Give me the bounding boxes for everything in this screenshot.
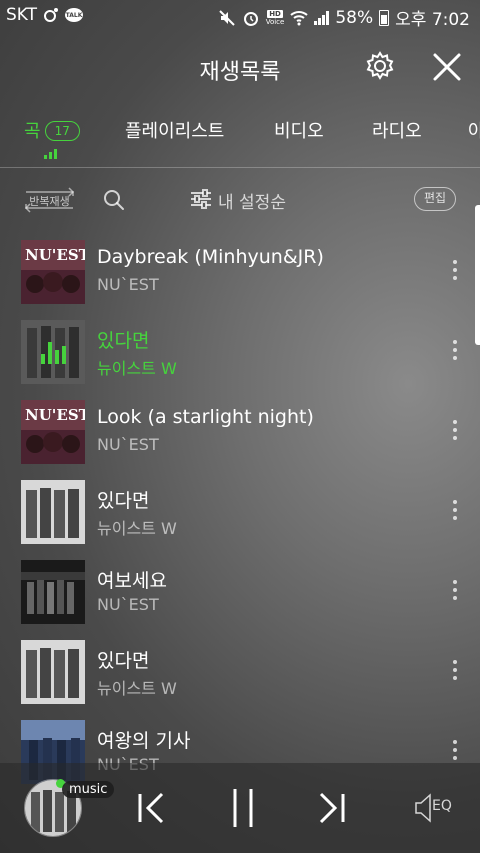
album-art: NU'EST [21,400,85,464]
hd-voice-icon: HD Voice [265,9,285,26]
status-bar: SKT TALK HD Voice 58% 오후 7:02 [0,0,480,32]
more-icon[interactable] [450,420,460,444]
next-icon[interactable] [315,790,347,826]
battery-icon [379,9,390,26]
more-icon[interactable] [450,500,460,524]
repeat-label: 반복재생 [29,195,70,208]
gear-icon[interactable] [364,50,396,82]
repeat-button[interactable]: 반복재생 [22,186,77,214]
track-artist: 뉴이스트 W [97,359,177,378]
speaker-icon [415,793,431,823]
track-title: 여왕의 기사 [97,730,191,752]
equalizer-button[interactable]: EQ [414,793,458,823]
carrier-label: SKT [6,5,38,25]
tab-more[interactable]: 아 [468,117,480,143]
alarm-icon [243,11,258,26]
track-title: 여보세요 [97,570,167,592]
more-icon[interactable] [450,580,460,604]
more-icon[interactable] [450,660,460,684]
tab-label: 곡 [24,121,41,142]
svg-text:NU'EST: NU'EST [25,406,85,424]
edit-button[interactable]: 편집 [414,187,456,211]
tab-bar: 곡 17 플레이리스트 비디오 라디오 아 [0,105,480,165]
album-art [21,560,85,624]
track-row[interactable]: NU'EST Look (a starlight night) NU`EST [0,395,470,475]
tab-divider [0,167,480,168]
track-artist: 뉴이스트 W [97,679,177,698]
track-artist: 뉴이스트 W [97,519,177,538]
track-row[interactable]: 있다면 뉴이스트 W [0,635,470,715]
album-art [21,320,85,384]
kakaotalk-icon: TALK [65,8,84,22]
track-row[interactable]: 있다면 뉴이스트 W [0,475,470,555]
album-art [21,640,85,704]
track-row[interactable]: NU'EST Daybreak (Minhyun&JR) NU`EST [0,235,470,315]
sort-label[interactable]: 내 설정순 [218,188,286,213]
sort-settings-icon[interactable] [190,189,212,209]
track-title: Look (a starlight night) [97,406,314,428]
album-art [21,480,85,544]
track-title: Daybreak (Minhyun&JR) [97,246,324,268]
track-row-playing[interactable]: 있다면 뉴이스트 W [0,315,470,395]
track-title: 있다면 [97,490,150,512]
track-artist: NU`EST [97,275,159,294]
app-label: music [62,781,115,798]
track-row[interactable]: 여보세요 NU`EST [0,555,470,635]
search-icon[interactable] [102,188,126,212]
close-icon[interactable] [432,52,462,82]
track-artist: NU`EST [97,595,159,614]
tab-video[interactable]: 비디오 [274,117,324,143]
pause-icon[interactable] [230,787,256,829]
more-icon[interactable] [450,740,460,764]
clock: 오후 7:02 [395,10,470,30]
more-icon[interactable] [450,260,460,284]
tab-radio[interactable]: 라디오 [372,117,422,143]
track-artist: NU`EST [97,435,159,454]
svg-text:NU'EST: NU'EST [25,246,85,264]
album-art: NU'EST [21,240,85,304]
list-controls: 반복재생 내 설정순 편집 [0,180,480,220]
track-title: 있다면 [97,330,150,352]
equalizer-label: EQ [432,798,452,814]
mute-icon [218,9,235,26]
signal-icon [314,10,330,25]
page-title: 재생목록 [199,60,281,85]
more-icon[interactable] [450,340,460,364]
mini-player: music EQ [0,763,480,853]
notification-icon [44,8,59,22]
now-playing-icon [41,342,66,364]
battery-percent: 58% [335,7,374,28]
scrollbar[interactable] [475,205,480,345]
track-title: 있다면 [97,650,150,672]
previous-icon[interactable] [136,790,168,826]
tab-songs[interactable]: 곡 17 [24,117,80,143]
song-count-badge: 17 [44,121,80,141]
wifi-icon [290,10,309,25]
tab-playlist[interactable]: 플레이리스트 [125,117,224,143]
equalizer-icon [44,149,57,159]
header: 재생목록 [0,32,480,102]
